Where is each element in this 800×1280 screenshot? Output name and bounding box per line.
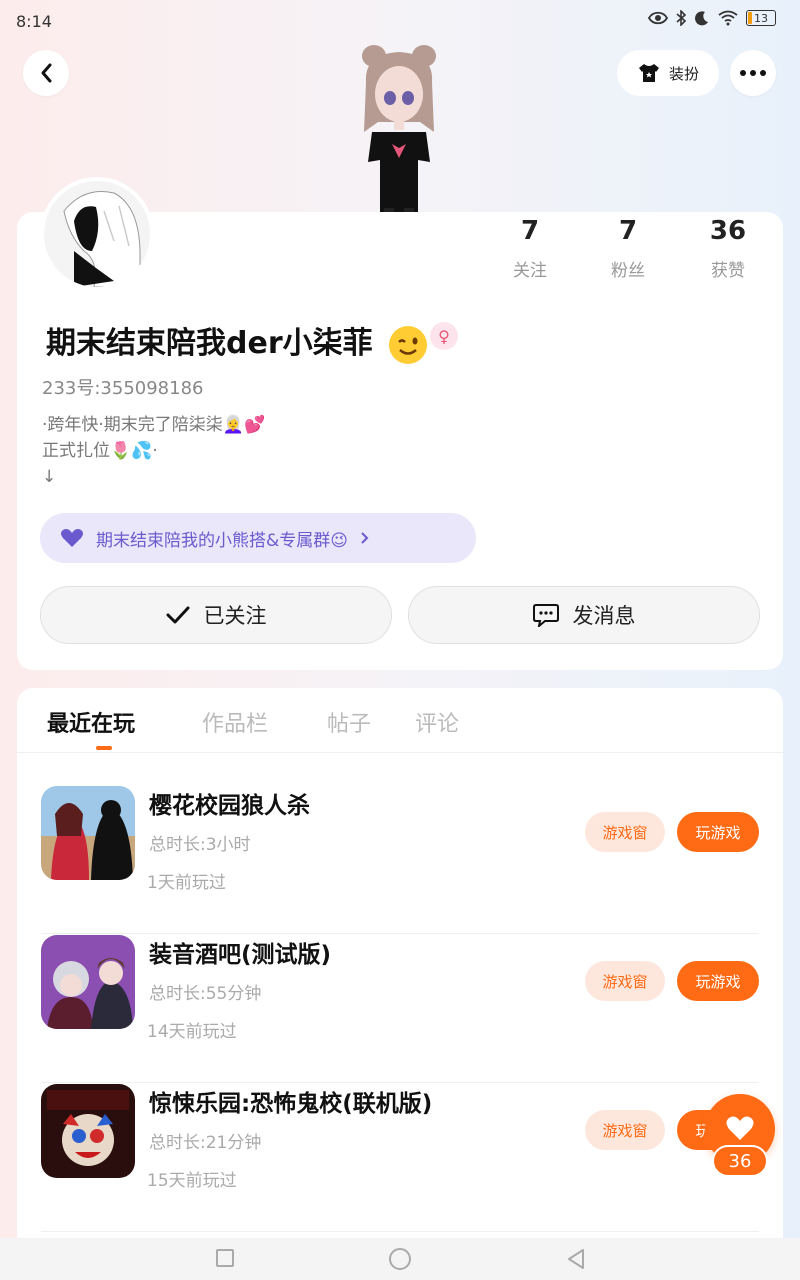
followed-label: 已关注 — [203, 604, 267, 628]
battery-icon: 13 — [746, 10, 776, 26]
status-bar: 8:14 13 — [0, 0, 800, 40]
game-last-played: 15天前玩过 — [147, 1171, 237, 1191]
user-id: 233号:355098186 — [42, 378, 204, 399]
heart-icon — [726, 1116, 754, 1140]
game-name: 樱花校园狼人杀 — [149, 793, 310, 819]
game-playtime: 总时长:3小时 — [149, 835, 251, 855]
tab-comments[interactable]: 评论 — [415, 706, 459, 738]
game-row[interactable]: 装音酒吧(测试版) 总时长:55分钟 14天前玩过 游戏窗 玩游戏 — [17, 935, 783, 1083]
content-card: 最近在玩 作品栏 帖子 评论 樱花校园狼人杀 总时长:3小时 1天前玩过 游戏窗… — [17, 688, 783, 1248]
game-name: 惊悚乐园:恐怖鬼校(联机版) — [149, 1091, 433, 1117]
group-chat-label: 期末结束陪我的小熊搭&专属群😉 — [96, 530, 348, 551]
bio: ·跨年快·期末完了陪柒柒👩‍🦳💕 正式扎位🌷💦· ↓ — [42, 412, 265, 490]
divider — [41, 933, 759, 934]
play-game-button[interactable]: 玩游戏 — [677, 812, 759, 852]
more-button[interactable] — [730, 50, 776, 96]
play-game-button[interactable]: 玩游戏 — [677, 961, 759, 1001]
stat-value: 36 — [709, 216, 747, 246]
status-icons: 13 — [648, 10, 776, 26]
status-time: 8:14 — [16, 12, 52, 31]
game-last-played: 14天前玩过 — [147, 1022, 237, 1042]
game-playtime: 总时长:21分钟 — [149, 1133, 262, 1153]
divider — [41, 1082, 759, 1083]
game-icon[interactable] — [41, 786, 135, 880]
tab-posts[interactable]: 帖子 — [327, 706, 371, 738]
back-triangle-icon[interactable] — [566, 1247, 586, 1271]
stat-label: 关注 — [513, 261, 547, 281]
game-icon[interactable] — [41, 935, 135, 1029]
eye-icon — [648, 11, 668, 25]
home-button[interactable] — [389, 1248, 411, 1270]
more-horizontal-icon — [740, 70, 766, 76]
chevron-right-icon — [361, 532, 369, 544]
stat-followers[interactable]: 7 粉丝 — [588, 216, 668, 281]
bluetooth-icon — [676, 10, 686, 26]
game-store-button[interactable]: 游戏窗 — [585, 961, 665, 1001]
moon-icon — [695, 11, 708, 26]
system-nav-bar — [0, 1238, 800, 1280]
stat-following[interactable]: 7 关注 — [490, 216, 570, 281]
followed-button[interactable]: 已关注 — [40, 586, 392, 644]
bio-line: ↓ — [42, 467, 57, 487]
stat-likes[interactable]: 36 获赞 — [688, 216, 768, 281]
game-name: 装音酒吧(测试版) — [149, 942, 332, 968]
game-row[interactable]: 惊悚乐园:恐怖鬼校(联机版) 总时长:21分钟 15天前玩过 游戏窗 玩游戏 — [17, 1084, 783, 1232]
group-chat-link[interactable]: 期末结束陪我的小熊搭&专属群😉 — [40, 513, 476, 563]
tshirt-icon — [638, 64, 659, 82]
game-store-button[interactable]: 游戏窗 — [585, 812, 665, 852]
nickname: 期末结束陪我der小柒菲 — [46, 318, 428, 364]
back-button[interactable] — [23, 50, 69, 96]
game-icon[interactable] — [41, 1084, 135, 1178]
tab-bar: 最近在玩 作品栏 帖子 评论 — [17, 688, 783, 753]
stats: 7 关注 7 粉丝 36 获赞 — [490, 216, 780, 296]
send-message-label: 发消息 — [572, 604, 636, 628]
gender-female-icon: ♀ — [430, 322, 458, 350]
wink-emoji-icon — [389, 325, 428, 364]
stat-value: 7 — [520, 216, 540, 246]
tab-works[interactable]: 作品栏 — [202, 706, 268, 738]
dress-up-label: 装扮 — [668, 64, 699, 83]
wifi-icon — [718, 10, 738, 26]
dress-up-button[interactable]: 装扮 — [617, 50, 719, 96]
nickname-text: 期末结束陪我der小柒菲 — [46, 326, 373, 361]
tab-indicator — [96, 746, 112, 750]
divider — [41, 1231, 759, 1232]
bio-line: 正式扎位🌷💦· — [42, 441, 158, 461]
game-row[interactable]: 樱花校园狼人杀 总时长:3小时 1天前玩过 游戏窗 玩游戏 — [17, 786, 783, 934]
stat-label: 粉丝 — [611, 261, 645, 281]
like-count: 36 — [712, 1145, 768, 1177]
chat-bubble-icon — [532, 604, 559, 627]
tab-recently-played[interactable]: 最近在玩 — [47, 706, 135, 738]
send-message-button[interactable]: 发消息 — [408, 586, 760, 644]
chevron-left-icon — [41, 63, 52, 83]
check-icon — [166, 606, 189, 624]
game-playtime: 总时长:55分钟 — [149, 984, 262, 1004]
game-last-played: 1天前玩过 — [147, 873, 226, 893]
bio-line: ·跨年快·期末完了陪柒柒👩‍🦳💕 — [42, 415, 266, 435]
avatar[interactable] — [40, 177, 154, 291]
heart-icon — [61, 529, 83, 547]
recent-apps-button[interactable] — [216, 1249, 234, 1267]
game-store-button[interactable]: 游戏窗 — [585, 1110, 665, 1150]
stat-label: 获赞 — [711, 261, 745, 281]
character-figure[interactable] — [356, 42, 442, 214]
stat-value: 7 — [618, 216, 638, 246]
